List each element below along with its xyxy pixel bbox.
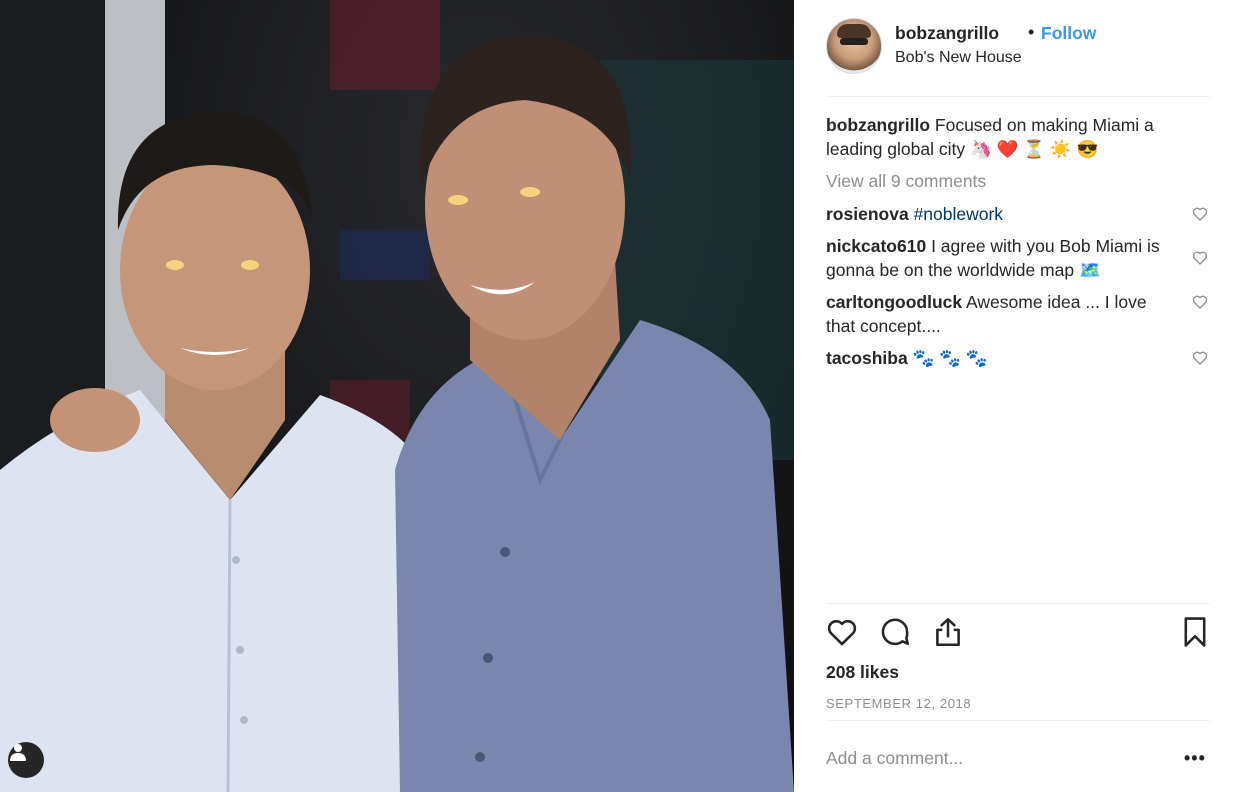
photo-illustration <box>0 0 794 792</box>
person-tag-button[interactable] <box>8 742 44 778</box>
comment-item: tacoshiba 🐾 🐾 🐾 <box>826 346 1208 370</box>
add-comment-input[interactable] <box>826 748 1156 769</box>
header-separator: • <box>1028 22 1035 42</box>
heart-icon[interactable] <box>1192 250 1208 266</box>
like-heart-icon[interactable] <box>825 615 859 649</box>
post-side-panel: bobzangrillo • Follow Bob's New House bo… <box>794 0 1238 792</box>
comment-text: 🐾 🐾 🐾 <box>912 348 988 368</box>
comment-hashtag[interactable]: #noblework <box>914 204 1004 224</box>
post-header: bobzangrillo • Follow Bob's New House <box>826 18 1210 97</box>
comment-username[interactable]: carltongoodluck <box>826 292 962 312</box>
actions-divider <box>826 603 1210 604</box>
location-link[interactable]: Bob's New House <box>895 49 1022 67</box>
header-username[interactable]: bobzangrillo <box>895 23 999 44</box>
post-date[interactable]: SEPTEMBER 12, 2018 <box>826 696 971 711</box>
share-icon[interactable] <box>931 615 965 649</box>
avatar[interactable] <box>826 18 882 74</box>
avatar-glasses <box>840 38 868 45</box>
comment-item: nickcato610 I agree with you Bob Miami i… <box>826 234 1208 282</box>
avatar-hair <box>837 24 871 38</box>
heart-icon[interactable] <box>1192 294 1208 310</box>
comment-box-divider <box>826 720 1210 721</box>
heart-icon[interactable] <box>1192 350 1208 366</box>
person-tag-icon <box>10 744 26 761</box>
bookmark-icon[interactable] <box>1178 615 1212 649</box>
heart-icon[interactable] <box>1192 206 1208 222</box>
comment-username[interactable]: tacoshiba <box>826 348 908 368</box>
post-photo[interactable] <box>0 0 794 792</box>
view-all-comments-link[interactable]: View all 9 comments <box>826 171 1210 192</box>
more-options-button[interactable]: ••• <box>1184 748 1206 769</box>
likes-count[interactable]: 208 likes <box>826 662 899 683</box>
comment-username[interactable]: rosienova <box>826 204 909 224</box>
caption-username[interactable]: bobzangrillo <box>826 115 930 135</box>
comment-item: rosienova #noblework <box>826 202 1208 226</box>
comments-section: bobzangrillo Focused on making Miami a l… <box>826 113 1210 370</box>
comment-icon[interactable] <box>878 615 912 649</box>
caption: bobzangrillo Focused on making Miami a l… <box>826 113 1196 161</box>
comment-item: carltongoodluck Awesome idea ... I love … <box>826 290 1208 338</box>
comment-username[interactable]: nickcato610 <box>826 236 926 256</box>
follow-button[interactable]: Follow <box>1041 23 1096 44</box>
